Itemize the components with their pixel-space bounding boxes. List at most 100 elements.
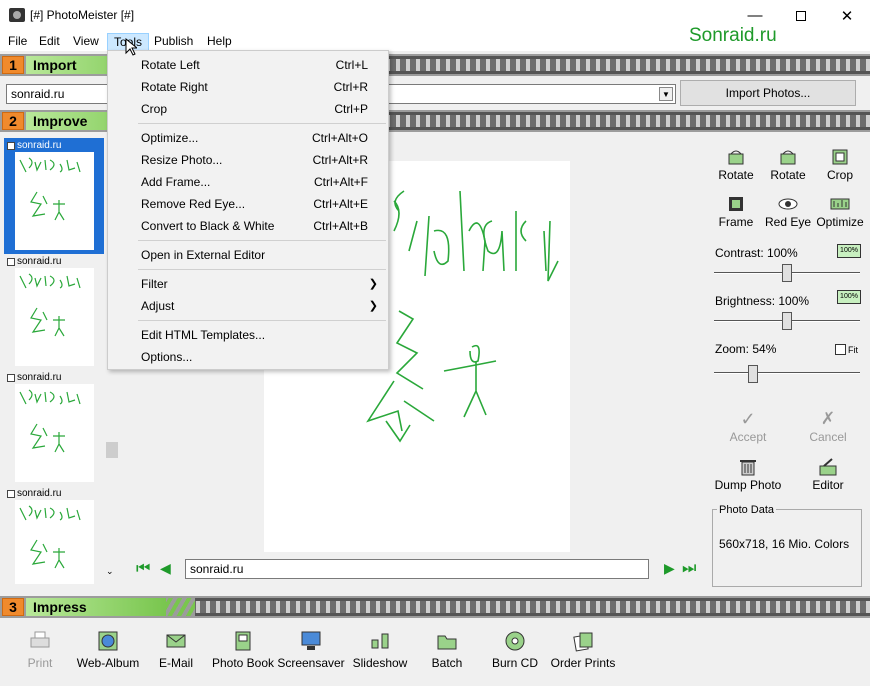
thumbnail-item[interactable]: sonraid.ru [4,254,104,370]
dump-photo-button[interactable]: Dump Photo [714,458,782,492]
checkbox[interactable] [7,373,15,382]
menu-edit[interactable]: Edit [33,33,66,51]
scrollbar-thumb[interactable] [106,442,118,458]
batch-button[interactable]: Batch [412,630,482,670]
menu-item-label: Resize Photo... [141,153,223,167]
frame-button[interactable]: Frame [711,195,761,229]
brightness-slider-thumb[interactable] [782,312,792,330]
impress-section-bar[interactable]: 3 Impress [0,596,870,618]
envelope-icon [165,630,187,652]
menu-item-resize-photo[interactable]: Resize Photo... Ctrl+Alt+R [108,149,388,171]
window-title: [#] PhotoMeister [#] [30,8,135,22]
rotate-left-button[interactable]: Rotate [711,148,761,182]
print-button[interactable]: Print [5,630,75,670]
next-photo-icon[interactable]: ▶ [664,560,675,577]
web-album-button[interactable]: Web-Album [73,630,143,670]
checkbox[interactable] [7,489,15,498]
impress-label: Slideshow [352,656,408,670]
brightness-label: Brightness: 100% [715,294,810,308]
screensaver-button[interactable]: Screensaver [276,630,346,670]
menu-item-label: Remove Red Eye... [141,197,246,211]
thumbnail-image [15,384,94,482]
eye-icon [778,195,798,213]
fit-button[interactable]: Fit [835,344,858,355]
menu-item-rotate-right[interactable]: Rotate Right Ctrl+R [108,76,388,98]
thumbnail-item[interactable]: sonraid.ru [4,486,104,584]
trash-icon [738,458,758,476]
menu-item-optimize[interactable]: Optimize... Ctrl+Alt+O [108,127,388,149]
cd-icon [504,630,526,652]
crop-icon [830,148,850,166]
chevron-down-icon[interactable]: ▼ [659,87,673,101]
menu-item-remove-red-eye[interactable]: Remove Red Eye... Ctrl+Alt+E [108,193,388,215]
menu-item-label: Options... [141,350,193,364]
zoom-slider-thumb[interactable] [748,365,759,383]
tool-label: Rotate [718,168,754,182]
impress-label: Web-Album [76,656,140,670]
maximize-button[interactable] [778,0,824,31]
chevron-down-icon[interactable]: ⌄ [106,566,114,577]
menu-help[interactable]: Help [201,33,238,51]
fit-icon [835,344,846,355]
checkbox[interactable] [7,141,15,150]
menu-item-html-templates[interactable]: Edit HTML Templates... [108,324,388,346]
last-photo-icon[interactable]: ⏭ [682,560,696,578]
thumbnail-label: sonraid.ru [17,372,62,383]
tool-label: Editor [812,478,844,492]
rotate-right-button[interactable]: Rotate [763,148,813,182]
menu-item-label: Open in External Editor [141,248,266,262]
menu-item-shortcut: Ctrl+Alt+E [313,197,368,211]
previous-photo-icon[interactable]: ◀ [160,560,171,577]
thumbnail-caption: sonraid.ru [7,256,61,267]
photo-filename-field[interactable]: sonraid.ru [185,559,649,579]
email-button[interactable]: E-Mail [141,630,211,670]
first-photo-icon[interactable]: ⏮ [136,560,150,578]
thumbnail-caption: sonraid.ru [7,372,61,383]
menu-item-external-editor[interactable]: Open in External Editor [108,244,388,266]
menu-item-adjust[interactable]: Adjust ❯ [108,295,388,317]
viewer-nav-row: ⏮ ◀ sonraid.ru ▶ ⏭ [130,557,702,581]
red-eye-button[interactable]: Red Eye [763,195,813,229]
prints-icon [572,630,594,652]
contrast-reset-button[interactable]: 100% [837,244,861,258]
menu-file[interactable]: File [2,33,33,51]
burn-cd-button[interactable]: Burn CD [480,630,550,670]
menu-item-filter[interactable]: Filter ❯ [108,273,388,295]
tool-label: Frame [718,215,754,229]
order-prints-button[interactable]: Order Prints [548,630,618,670]
tool-label: Crop [826,168,853,182]
contrast-slider-thumb[interactable] [782,264,792,282]
cancel-button[interactable]: ✗ Cancel [803,410,853,445]
menu-item-rotate-left[interactable]: Rotate Left Ctrl+L [108,54,388,76]
menu-view[interactable]: View [67,33,105,51]
thumbnail-item[interactable]: sonraid.ru [4,370,104,486]
brightness-reset-button[interactable]: 100% [837,290,861,304]
thumbnail-item[interactable]: sonraid.ru [4,138,104,254]
checkbox[interactable] [7,257,15,266]
editor-button[interactable]: Editor [803,458,853,492]
section-number: 3 [2,598,24,616]
zoom-label: Zoom: 54% [715,342,777,356]
menu-item-label: Add Frame... [141,175,211,189]
thumbnail-list[interactable]: sonraid.ru sonraid.ru sonraid.ru sonraid… [4,138,104,584]
section-number: 2 [2,112,24,130]
zoom-slider-track[interactable] [714,372,860,374]
thumbnail-caption: sonraid.ru [7,140,61,151]
impress-label: Burn CD [491,656,538,670]
menu-item-crop[interactable]: Crop Ctrl+P [108,98,388,120]
menu-publish[interactable]: Publish [148,33,199,51]
slideshow-icon [369,630,391,652]
tool-label: Red Eye [764,215,812,229]
import-photos-button[interactable]: Import Photos... [680,80,856,106]
section-number: 1 [2,56,24,74]
accept-button[interactable]: ✓ Accept [723,410,773,444]
menu-item-options[interactable]: Options... [108,346,388,368]
close-button[interactable]: ✕ [824,0,870,31]
photo-book-button[interactable]: Photo Book [208,630,278,670]
crop-button[interactable]: Crop [815,148,865,182]
monitor-icon [300,630,322,652]
optimize-button[interactable]: Optimize [815,195,865,229]
menu-item-black-white[interactable]: Convert to Black & White Ctrl+Alt+B [108,215,388,237]
menu-item-add-frame[interactable]: Add Frame... Ctrl+Alt+F [108,171,388,193]
slideshow-button[interactable]: Slideshow [345,630,415,670]
